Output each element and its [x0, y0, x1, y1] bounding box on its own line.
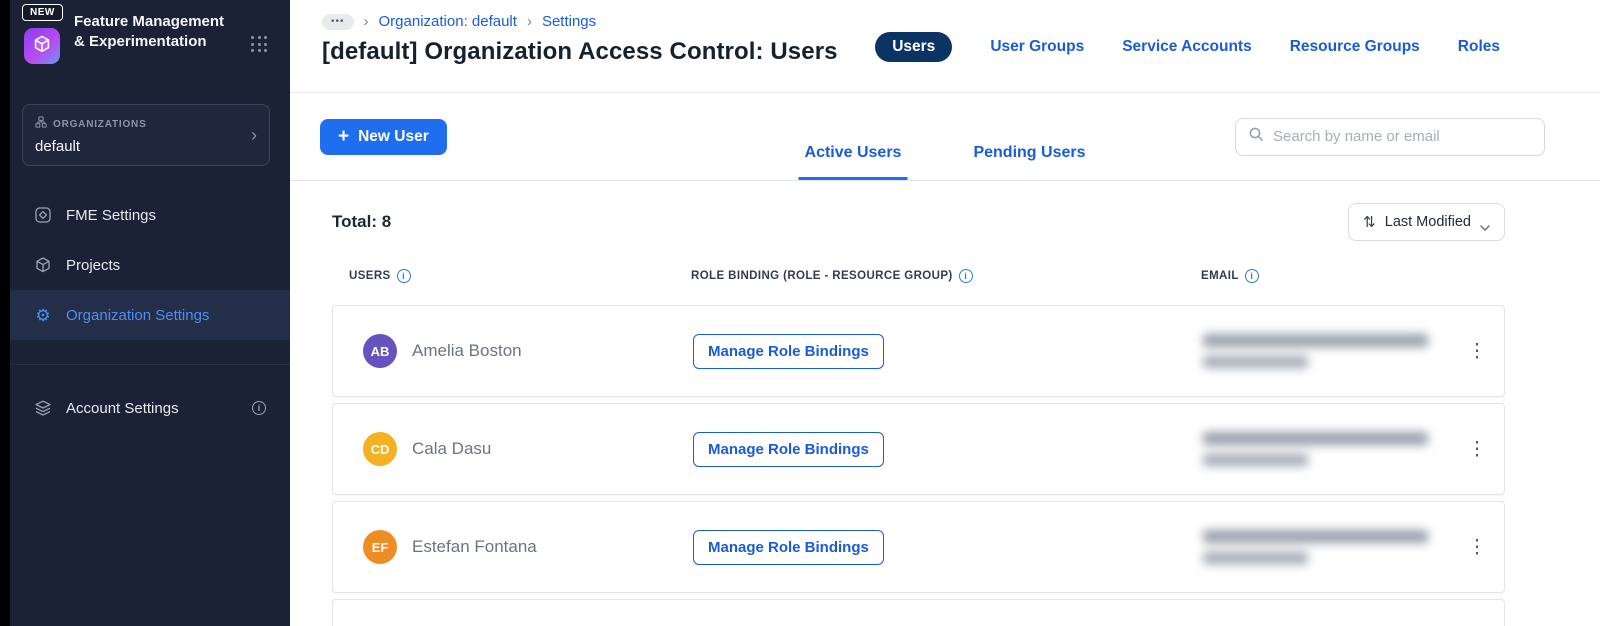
tab-service-accounts[interactable]: Service Accounts	[1122, 33, 1252, 56]
role-binding-cell: Manage Role Bindings	[693, 333, 1203, 369]
sidebar-item-label: Account Settings	[66, 399, 179, 417]
row-menu-button[interactable]: ⋮	[1464, 342, 1490, 361]
sidebar-header: NEW Feature Management & Experimentation	[10, 0, 290, 96]
redacted-email	[1203, 530, 1464, 564]
table-row: EF Estefan Fontana Manage Role Bindings …	[332, 501, 1505, 593]
cube-logo-icon	[32, 34, 52, 59]
avatar: AB	[363, 334, 397, 368]
total-count: Total: 8	[332, 212, 392, 231]
users-list-section: Total: 8 ⇅ Last Modified USERS i ROLE BI…	[290, 181, 1600, 626]
table-header-row: USERS i ROLE BINDING (ROLE - RESOURCE GR…	[332, 269, 1505, 283]
sort-icon: ⇅	[1363, 214, 1376, 231]
tab-pending-users[interactable]: Pending Users	[967, 144, 1091, 180]
header-left: ••• › Organization: default › Settings […	[322, 13, 838, 92]
sidebar: NEW Feature Management & Experimentation	[10, 0, 290, 626]
search-icon	[1248, 126, 1264, 147]
manage-role-bindings-button[interactable]: Manage Role Bindings	[693, 529, 884, 565]
user-cell: EF Estefan Fontana	[363, 530, 693, 564]
organization-selector[interactable]: ORGANIZATIONS default ›	[22, 104, 270, 166]
new-badge: NEW	[22, 4, 63, 21]
plus-icon: +	[338, 125, 350, 147]
avatar: CD	[363, 432, 397, 466]
organizations-label: ORGANIZATIONS	[53, 118, 147, 130]
sidebar-item-label: Projects	[66, 256, 121, 274]
info-icon[interactable]: i	[396, 269, 411, 283]
info-icon[interactable]: i	[1244, 269, 1259, 283]
breadcrumb-ellipsis-button[interactable]: •••	[322, 13, 354, 30]
table-row-partial	[332, 599, 1505, 626]
search-box[interactable]	[1235, 117, 1545, 156]
redacted-email	[1203, 334, 1464, 368]
new-user-button[interactable]: + New User	[320, 118, 447, 155]
sidebar-divider	[10, 364, 290, 365]
user-state-tabs: Active Users Pending Users	[798, 144, 1092, 180]
avatar: EF	[363, 530, 397, 564]
screen-edge	[0, 0, 10, 626]
sort-dropdown[interactable]: ⇅ Last Modified	[1348, 203, 1505, 241]
email-cell	[1203, 432, 1464, 466]
chevron-down-icon	[1480, 219, 1490, 232]
new-user-button-label: New User	[358, 127, 429, 145]
role-binding-cell: Manage Role Bindings	[693, 431, 1203, 467]
access-control-nav: Users User Groups Service Accounts Resou…	[875, 32, 1500, 92]
tab-users[interactable]: Users	[875, 32, 953, 62]
email-cell	[1203, 530, 1464, 564]
role-binding-cell: Manage Role Bindings	[693, 529, 1203, 565]
user-cell: CD Cala Dasu	[363, 432, 693, 466]
user-name: Cala Dasu	[412, 439, 492, 458]
page-header: ••• › Organization: default › Settings […	[290, 0, 1600, 93]
sidebar-item-label: Organization Settings	[66, 306, 210, 324]
column-header-email: EMAIL i	[1201, 269, 1505, 283]
tab-active-users[interactable]: Active Users	[798, 144, 908, 180]
tab-roles[interactable]: Roles	[1458, 33, 1500, 56]
app-switcher-icon[interactable]	[251, 36, 268, 53]
table-row: CD Cala Dasu Manage Role Bindings ⋮	[332, 403, 1505, 495]
organization-value: default	[35, 138, 81, 155]
search-input[interactable]	[1273, 128, 1532, 145]
projects-icon	[34, 256, 52, 274]
info-icon[interactable]: i	[252, 401, 266, 415]
sidebar-item-organization-settings[interactable]: ⚙ Organization Settings	[10, 290, 290, 340]
sidebar-item-label: FME Settings	[66, 206, 157, 224]
user-name: Amelia Boston	[412, 341, 522, 360]
sort-label: Last Modified	[1384, 214, 1471, 230]
column-header-users: USERS i	[349, 269, 691, 283]
email-cell	[1203, 334, 1464, 368]
org-hierarchy-icon	[35, 115, 47, 133]
page-title: [default] Organization Access Control: U…	[322, 38, 838, 65]
breadcrumb-link-organization[interactable]: Organization: default	[379, 13, 517, 30]
sidebar-item-fme-settings[interactable]: FME Settings	[10, 190, 290, 240]
user-name: Estefan Fontana	[412, 537, 537, 556]
gear-icon: ⚙	[35, 305, 51, 325]
redacted-email	[1203, 432, 1464, 466]
column-header-role-binding: ROLE BINDING (ROLE - RESOURCE GROUP) i	[691, 269, 1201, 283]
sidebar-nav: FME Settings Projects ⚙ Organization Set…	[10, 190, 290, 433]
user-rows: AB Amelia Boston Manage Role Bindings ⋮	[332, 305, 1505, 626]
breadcrumb-separator-icon: ›	[363, 13, 369, 30]
chevron-right-icon: ›	[251, 125, 257, 145]
tab-user-groups[interactable]: User Groups	[990, 33, 1084, 56]
row-menu-button[interactable]: ⋮	[1464, 440, 1490, 459]
fme-settings-icon	[34, 206, 52, 224]
product-title: Feature Management & Experimentation	[74, 13, 225, 51]
breadcrumb: ••• › Organization: default › Settings	[322, 13, 838, 30]
user-cell: AB Amelia Boston	[363, 334, 693, 368]
toolbar: + New User Active Users Pending Users	[290, 93, 1600, 181]
sidebar-item-projects[interactable]: Projects	[10, 240, 290, 290]
manage-role-bindings-button[interactable]: Manage Role Bindings	[693, 431, 884, 467]
main-area: ••• › Organization: default › Settings […	[290, 0, 1600, 626]
breadcrumb-separator-icon: ›	[526, 13, 532, 30]
list-controls: Total: 8 ⇅ Last Modified	[332, 203, 1505, 241]
app-window: NEW Feature Management & Experimentation	[0, 0, 1600, 626]
table-row: AB Amelia Boston Manage Role Bindings ⋮	[332, 305, 1505, 397]
tab-resource-groups[interactable]: Resource Groups	[1290, 33, 1420, 56]
layers-icon	[34, 399, 52, 417]
row-menu-button[interactable]: ⋮	[1464, 538, 1490, 557]
sidebar-item-account-settings[interactable]: Account Settings i	[10, 383, 290, 433]
info-icon[interactable]: i	[958, 269, 973, 283]
manage-role-bindings-button[interactable]: Manage Role Bindings	[693, 333, 884, 369]
product-logo[interactable]	[24, 28, 60, 64]
breadcrumb-link-settings[interactable]: Settings	[542, 13, 596, 30]
